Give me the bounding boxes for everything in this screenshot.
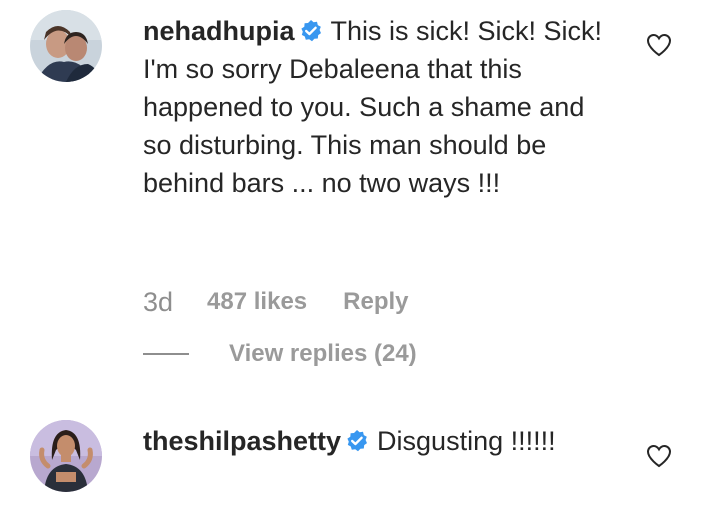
view-replies-button[interactable]: View replies (24) xyxy=(143,336,417,372)
comment-text: Disgusting !!!!!! xyxy=(377,426,556,456)
verified-badge-icon xyxy=(345,429,369,453)
comment-username[interactable]: nehadhupia xyxy=(143,16,295,46)
avatar[interactable] xyxy=(30,420,102,492)
avatar[interactable] xyxy=(30,10,102,82)
comment-body: nehadhupia This is sick! Sick! Sick! I'm … xyxy=(143,12,613,202)
heart-outline-icon[interactable] xyxy=(646,33,672,57)
comment-username[interactable]: theshilpashetty xyxy=(143,426,341,456)
heart-outline-icon[interactable] xyxy=(646,444,672,468)
comment-timestamp[interactable]: 3d xyxy=(143,287,173,318)
comment-meta: 3d 487 likes Reply xyxy=(143,284,409,320)
verified-badge-icon xyxy=(299,19,323,43)
replies-divider-line xyxy=(143,353,189,355)
comment-body: theshilpashetty Disgusting !!!!!! xyxy=(143,422,583,460)
reply-button[interactable]: Reply xyxy=(343,288,408,316)
comment-likes-count[interactable]: 487 likes xyxy=(207,288,307,316)
view-replies-label: View replies (24) xyxy=(229,340,417,367)
